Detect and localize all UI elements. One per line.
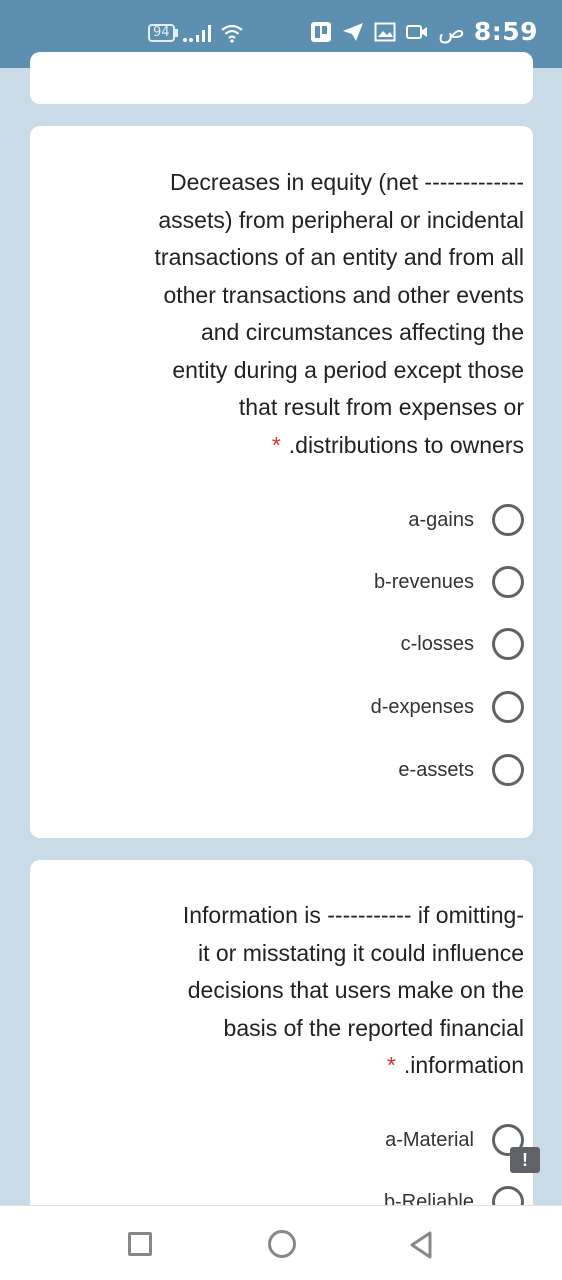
- question-line: assets) from peripheral or incidental: [158, 206, 524, 233]
- navigation-bar: [0, 1205, 562, 1280]
- option-label: a-gains: [408, 508, 474, 531]
- radio-option[interactable]: d-expenses: [371, 689, 524, 725]
- status-left: 94: [148, 23, 244, 43]
- back-icon[interactable]: [408, 1230, 434, 1260]
- signal-icon: [182, 25, 211, 42]
- question-line: basis of the reported financial: [223, 1014, 524, 1041]
- question-line: .information: [403, 1052, 524, 1078]
- battery-icon: 94: [148, 24, 175, 42]
- question-line: entity during a period except those: [172, 356, 524, 383]
- option-label: b-revenues: [373, 570, 474, 593]
- required-asterisk: *: [386, 1052, 396, 1078]
- gallery-icon: [374, 22, 396, 41]
- radio-button[interactable]: [492, 691, 524, 723]
- telegram-icon: [343, 22, 364, 41]
- clock: 8:59: [473, 17, 538, 46]
- question-line: that result from expenses or: [238, 394, 524, 420]
- recent-apps-icon[interactable]: [128, 1232, 152, 1256]
- battery-tip: [174, 29, 178, 37]
- radio-option[interactable]: a-Material: [385, 1122, 524, 1158]
- question-text: Decreases in equity (net ------------- a…: [84, 164, 524, 464]
- radio-option[interactable]: c-losses: [401, 626, 524, 662]
- question-line-last: * .information: [84, 1047, 524, 1085]
- video-call-icon: [406, 24, 428, 39]
- radio-option[interactable]: b-revenues: [374, 564, 524, 600]
- question-line: it or misstating it could influence: [198, 939, 524, 966]
- question-line-last: * .distributions to owners: [84, 427, 524, 465]
- question-line: decisions that users make on the: [187, 977, 524, 1003]
- option-label: c-losses: [400, 632, 474, 655]
- question-text: Information is ----------- if omitting- …: [84, 897, 524, 1085]
- option-label: d-expenses: [370, 695, 474, 718]
- feedback-flag-icon[interactable]: !: [510, 1147, 540, 1173]
- radio-button[interactable]: [492, 628, 524, 660]
- radio-button[interactable]: [492, 754, 524, 786]
- radio-button[interactable]: [492, 566, 524, 598]
- radio-option[interactable]: e-assets: [398, 752, 524, 788]
- radio-button[interactable]: [492, 504, 524, 536]
- option-label: a-Material: [385, 1128, 474, 1151]
- previous-question-card: [30, 52, 533, 104]
- radio-option[interactable]: a-gains: [408, 502, 524, 538]
- question-line: and circumstances affecting the: [200, 319, 524, 345]
- question-line: other transactions and other events: [163, 281, 524, 308]
- app-notification-icon: [311, 21, 332, 42]
- question-line: transactions of an entity and from all: [154, 244, 524, 270]
- option-label: e-assets: [398, 758, 474, 781]
- question-line: Decreases in equity (net -------------: [170, 169, 524, 195]
- ampm-indicator: ص: [438, 19, 465, 44]
- status-right: ص 8:59: [310, 17, 538, 46]
- required-asterisk: *: [271, 431, 281, 458]
- wifi-icon: [220, 24, 243, 43]
- home-icon[interactable]: [268, 1230, 296, 1258]
- question-line: Information is ----------- if omitting-: [182, 902, 524, 928]
- question-line: .distributions to owners: [288, 431, 524, 458]
